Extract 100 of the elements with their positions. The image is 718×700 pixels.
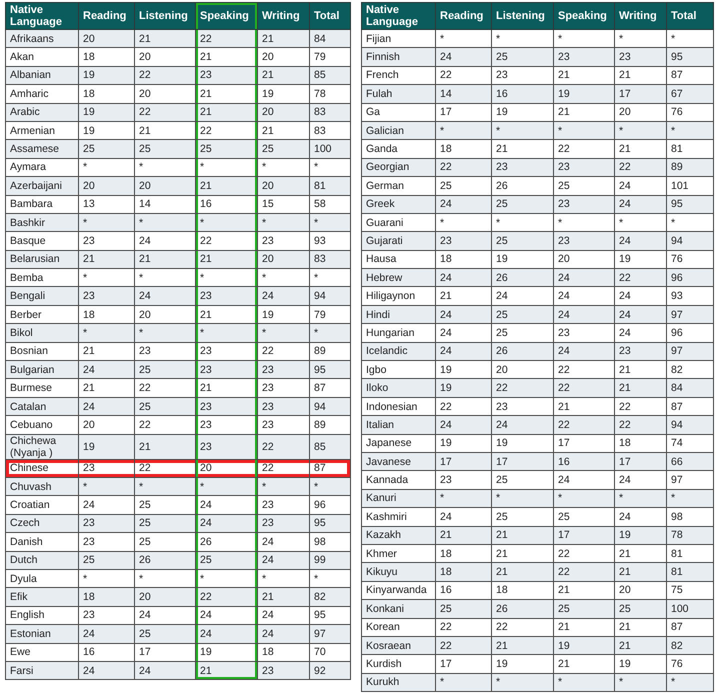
- score-cell: 21: [258, 30, 310, 48]
- score-cell: 19: [436, 378, 492, 398]
- score-cell: *: [554, 489, 614, 508]
- language-cell: Khmer: [362, 544, 436, 563]
- score-cell: 98: [666, 508, 714, 526]
- score-cell: *: [614, 121, 666, 140]
- score-cell: *: [666, 673, 714, 692]
- score-cell: 100: [666, 600, 714, 618]
- column-header: Total: [310, 2, 350, 30]
- score-cell: 21: [196, 84, 258, 104]
- score-cell: 25: [134, 140, 196, 158]
- score-cell: *: [554, 30, 614, 48]
- score-cell: *: [78, 569, 134, 588]
- score-cell: *: [614, 30, 666, 48]
- score-cell: 96: [310, 496, 350, 514]
- score-cell: 18: [258, 643, 310, 662]
- score-cell: 24: [436, 416, 492, 434]
- score-cell: *: [258, 477, 310, 496]
- score-cell: 19: [554, 84, 614, 104]
- score-cell: 18: [78, 305, 134, 324]
- language-cell: Fijian: [362, 30, 436, 48]
- score-cell: 24: [134, 232, 196, 250]
- score-cell: 20: [78, 30, 134, 48]
- score-cell: 24: [196, 496, 258, 514]
- score-cell: 21: [196, 176, 258, 196]
- language-cell: Croatian: [6, 496, 78, 514]
- score-cell: 24: [492, 416, 554, 434]
- score-cell: 23: [258, 360, 310, 379]
- score-cell: *: [258, 158, 310, 177]
- score-cell: 19: [492, 250, 554, 269]
- score-cell: 87: [310, 378, 350, 398]
- score-cell: 25: [492, 470, 554, 490]
- score-cell: 25: [134, 496, 196, 514]
- score-cell: 25: [78, 551, 134, 570]
- score-cell: 21: [258, 121, 310, 140]
- score-cell: 76: [666, 250, 714, 269]
- score-cell: 23: [196, 286, 258, 306]
- score-cell: 23: [436, 232, 492, 250]
- score-cell: 22: [436, 636, 492, 655]
- score-cell: 23: [196, 397, 258, 416]
- score-cell: *: [492, 213, 554, 232]
- score-cell: 21: [134, 30, 196, 48]
- score-cell: 20: [258, 48, 310, 66]
- score-cell: 20: [196, 459, 258, 478]
- score-cell: 23: [554, 232, 614, 250]
- score-cell: 22: [134, 103, 196, 122]
- language-cell: Bosnian: [6, 342, 78, 361]
- score-cell: *: [310, 268, 350, 287]
- score-cell: 22: [436, 618, 492, 636]
- score-cell: 24: [614, 232, 666, 250]
- score-cell: 24: [196, 514, 258, 533]
- score-cell: 20: [78, 176, 134, 196]
- score-cell: 21: [614, 140, 666, 158]
- score-cell: *: [134, 477, 196, 496]
- language-cell: Arabic: [6, 103, 78, 122]
- score-cell: 24: [614, 195, 666, 214]
- column-header: Speaking: [196, 2, 258, 30]
- language-cell: Ganda: [362, 140, 436, 158]
- score-cell: 25: [196, 551, 258, 570]
- language-cell: Kikuyu: [362, 562, 436, 582]
- score-cell: 21: [196, 378, 258, 398]
- language-cell: Cebuano: [6, 416, 78, 434]
- score-cell: 21: [134, 434, 196, 460]
- score-cell: 22: [436, 158, 492, 177]
- score-cell: 79: [310, 305, 350, 324]
- score-cell: 82: [310, 588, 350, 606]
- score-cell: 92: [310, 661, 350, 680]
- score-cell: 25: [554, 600, 614, 618]
- score-cell: 101: [666, 176, 714, 196]
- score-cell: 94: [666, 416, 714, 434]
- score-cell: 21: [258, 588, 310, 606]
- score-cell: 67: [666, 84, 714, 104]
- language-cell: Bashkir: [6, 213, 78, 232]
- score-cell: 24: [258, 532, 310, 552]
- language-cell: Iloko: [362, 378, 436, 398]
- language-cell: Greek: [362, 195, 436, 214]
- language-cell: Chuvash: [6, 477, 78, 496]
- score-cell: 21: [614, 636, 666, 655]
- score-cell: 96: [666, 268, 714, 287]
- score-cell: 17: [134, 643, 196, 662]
- score-cell: 21: [436, 286, 492, 306]
- language-cell: Amharic: [6, 84, 78, 104]
- score-cell: 89: [310, 416, 350, 434]
- score-cell: 23: [78, 514, 134, 533]
- score-cell: 19: [554, 636, 614, 655]
- score-cell: 13: [78, 195, 134, 214]
- score-cell: 25: [134, 532, 196, 552]
- column-header: Native Language: [6, 2, 78, 30]
- score-cell: 17: [614, 452, 666, 471]
- language-cell: Farsi: [6, 661, 78, 680]
- score-cell: *: [436, 30, 492, 48]
- score-cell: 95: [310, 514, 350, 533]
- score-cell: *: [134, 268, 196, 287]
- score-cell: 24: [614, 286, 666, 306]
- score-cell: *: [436, 213, 492, 232]
- score-cell: 23: [78, 459, 134, 478]
- score-cell: 81: [310, 176, 350, 196]
- score-cell: 21: [614, 562, 666, 582]
- score-cell: 21: [554, 581, 614, 600]
- column-header: Total: [666, 2, 714, 30]
